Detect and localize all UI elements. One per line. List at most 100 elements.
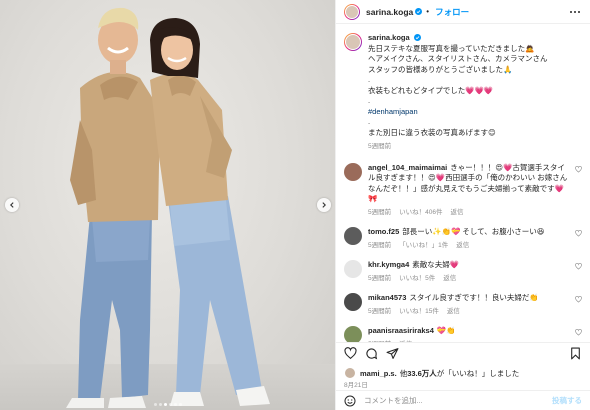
comment-item: angel_104_maimaimai きゃー！！！😍💗古賀選手スタイル良すぎます… bbox=[344, 162, 582, 219]
carousel-dot bbox=[168, 403, 172, 406]
comment-icon bbox=[366, 348, 378, 360]
comment-likes[interactable]: いいね！15件 bbox=[399, 307, 439, 318]
author-username[interactable]: sarina.koga bbox=[366, 7, 413, 17]
reply-button[interactable]: 返信 bbox=[456, 241, 469, 252]
verified-icon bbox=[413, 34, 421, 41]
caption-timestamp[interactable]: 5週間前 bbox=[368, 142, 582, 153]
comment-item: khr.kymga4 素敵な夫婦💗 5週間前 いいね！5件 返信 bbox=[344, 260, 582, 284]
caption-line: . bbox=[368, 96, 371, 105]
share-icon bbox=[386, 348, 399, 359]
commenter-avatar[interactable] bbox=[344, 227, 362, 245]
comment-like-button[interactable] bbox=[572, 163, 582, 219]
likes-summary: mami_p.s. 他 33.6万人 が「いいね！」しました bbox=[344, 366, 582, 380]
liker-avatar[interactable] bbox=[344, 367, 356, 379]
caption-line: また別日に違う衣装の写真あげます😊 bbox=[368, 127, 496, 137]
commenter-username[interactable]: paanisraasiriraks4 bbox=[368, 326, 434, 335]
commenter-avatar[interactable] bbox=[344, 260, 362, 278]
commenter-avatar[interactable] bbox=[344, 326, 362, 342]
caption-line: 衣装もどれもどタイプでした💗💗💗 bbox=[368, 85, 494, 95]
likes-count[interactable]: 33.6万人 bbox=[407, 368, 437, 379]
comment-like-button[interactable] bbox=[572, 227, 582, 251]
comment-item: mikan4573 スタイル良すぎです！！良い夫婦だ👏 5週間前 いいね！15件 返信 bbox=[344, 293, 582, 317]
comment-meta: 5週間前 いいね！5件 返信 bbox=[368, 274, 572, 285]
reply-button[interactable]: 返信 bbox=[447, 307, 460, 318]
commenter-username[interactable]: mikan4573 bbox=[368, 293, 406, 302]
carousel-dot bbox=[173, 403, 177, 406]
instagram-post-view: sarina.koga • フォロー sarina.koga 先日ステキな夏服写… bbox=[0, 0, 590, 410]
commenter-username[interactable]: khr.kymga4 bbox=[368, 260, 409, 269]
more-options-button[interactable] bbox=[568, 8, 582, 16]
heart-icon bbox=[575, 230, 582, 237]
carousel-indicator bbox=[0, 403, 335, 406]
commenter-username[interactable]: tomo.f25 bbox=[368, 227, 399, 236]
caption-line: スタッフの皆様ありがとうございました🙏 bbox=[368, 64, 513, 74]
liker-username[interactable]: mami_p.s. bbox=[360, 369, 397, 378]
next-photo-button[interactable] bbox=[317, 198, 331, 212]
verified-icon bbox=[415, 8, 423, 15]
caption-line: . bbox=[368, 117, 371, 126]
more-icon bbox=[570, 10, 572, 13]
follow-button[interactable]: フォロー bbox=[435, 6, 469, 18]
commenter-avatar[interactable] bbox=[344, 162, 362, 181]
woman-figure bbox=[150, 18, 270, 406]
caption-line: 先日ステキな夏服写真を撮っていただきました🙇 bbox=[368, 43, 535, 53]
post-photo bbox=[0, 0, 335, 410]
comment-timestamp: 5週間前 bbox=[368, 307, 392, 315]
carousel-dot bbox=[178, 403, 182, 406]
heart-icon bbox=[575, 329, 582, 336]
comment-likes[interactable]: いいね！5件 bbox=[399, 274, 435, 285]
chevron-left-icon bbox=[10, 202, 14, 208]
carousel-dot bbox=[163, 403, 167, 406]
caption-line: ヘアメイクさん、スタイリストさん、カメラマンさん bbox=[368, 54, 548, 63]
reply-button[interactable]: 返信 bbox=[443, 274, 456, 285]
post-comment-button[interactable]: 投稿する bbox=[552, 395, 582, 406]
caption-username[interactable]: sarina.koga bbox=[368, 33, 410, 42]
comment-meta: 5週間前 いいね！406件 返信 bbox=[368, 208, 572, 219]
post-date[interactable]: 8月21日 bbox=[344, 379, 368, 389]
save-button[interactable] bbox=[569, 347, 582, 360]
caption-author-avatar[interactable] bbox=[344, 33, 362, 51]
comment-item: tomo.f25 部長ーい✨👏💝 そして、お腹小さーい😆 5週間前 「いいね！」1件返… bbox=[344, 227, 582, 251]
comment-likes[interactable]: 「いいね！」1件 bbox=[399, 241, 448, 252]
commenter-username[interactable]: angel_104_maimaimai bbox=[368, 163, 447, 172]
comment-text: 💝👏 bbox=[436, 326, 456, 335]
comment-likes[interactable]: いいね！406件 bbox=[399, 208, 442, 219]
man-figure bbox=[66, 7, 160, 408]
action-bar bbox=[336, 342, 590, 364]
heart-icon bbox=[344, 347, 357, 360]
heart-icon bbox=[575, 296, 582, 303]
hashtag-link[interactable]: #denhamjapan bbox=[368, 107, 582, 118]
comment-item: paanisraasiriraks4💝👏5週間前返信 bbox=[344, 326, 582, 342]
emoji-icon[interactable] bbox=[344, 395, 356, 407]
comment-like-button[interactable] bbox=[572, 326, 582, 342]
previous-photo-button[interactable] bbox=[5, 198, 19, 212]
comment-meta: 5週間前 「いいね！」1件 返信 bbox=[368, 241, 572, 252]
share-button[interactable] bbox=[386, 347, 399, 360]
carousel-dot bbox=[153, 403, 157, 406]
comment-input[interactable] bbox=[364, 396, 552, 405]
comment-like-button[interactable] bbox=[572, 293, 582, 317]
post-side-panel: sarina.koga • フォロー sarina.koga 先日ステキな夏服写… bbox=[335, 0, 590, 410]
photo-people bbox=[66, 7, 270, 408]
comment-text: スタイル良すぎです！！良い夫婦だ👏 bbox=[409, 293, 539, 302]
like-button[interactable] bbox=[344, 347, 357, 360]
carousel-dot bbox=[158, 403, 162, 406]
comment-meta: 5週間前 いいね！15件 返信 bbox=[368, 307, 572, 318]
commenter-avatar[interactable] bbox=[344, 293, 362, 311]
comment-timestamp: 5週間前 bbox=[368, 241, 392, 249]
comment-button[interactable] bbox=[365, 347, 378, 360]
reply-button[interactable]: 返信 bbox=[450, 208, 463, 219]
comment-timestamp: 5週間前 bbox=[368, 274, 392, 282]
comments-scroll-area[interactable]: sarina.koga 先日ステキな夏服写真を撮っていただきました🙇 ヘアメイク… bbox=[336, 25, 590, 342]
comment-list: angel_104_maimaimai きゃー！！！😍💗古賀選手スタイル良すぎます… bbox=[344, 162, 582, 342]
chevron-right-icon bbox=[322, 202, 326, 208]
post-caption: sarina.koga 先日ステキな夏服写真を撮っていただきました🙇 ヘアメイク… bbox=[344, 33, 582, 153]
heart-icon bbox=[575, 263, 582, 270]
comment-timestamp: 5週間前 bbox=[368, 208, 392, 216]
comment-text: 部長ーい✨👏💝 そして、お腹小さーい😆 bbox=[402, 227, 545, 236]
comment-text: 素敵な夫婦💗 bbox=[412, 260, 460, 269]
author-avatar[interactable] bbox=[344, 3, 360, 20]
comment-like-button[interactable] bbox=[572, 260, 582, 284]
bookmark-icon bbox=[571, 347, 580, 360]
post-header: sarina.koga • フォロー bbox=[336, 0, 590, 24]
